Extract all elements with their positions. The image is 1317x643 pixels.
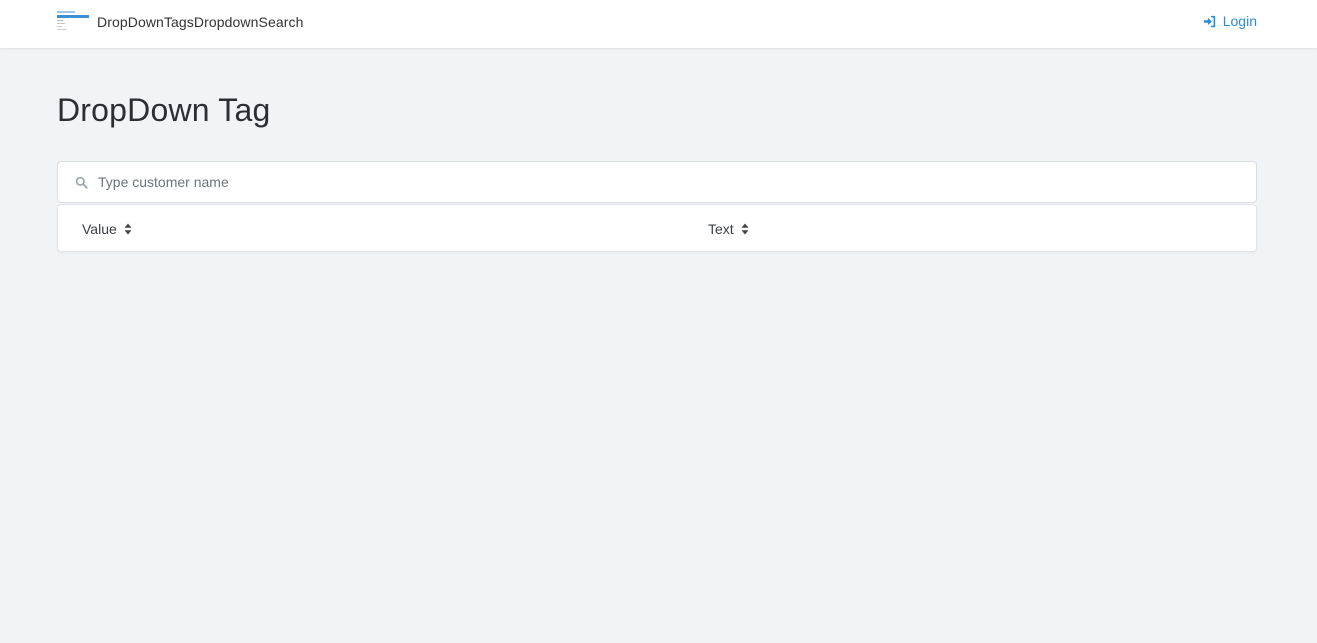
column-header-value-label: Value: [82, 220, 117, 237]
sort-icon: [124, 223, 132, 234]
brand-logo-icon: [57, 9, 89, 35]
page-title: DropDown Tag: [57, 92, 271, 128]
login-label: Login: [1222, 13, 1257, 29]
column-header-value[interactable]: Value: [82, 205, 132, 252]
results-table: Value Text: [57, 204, 1257, 252]
customer-search-input[interactable]: [98, 163, 1256, 201]
brand-title: DropDownTagsDropdownSearch: [97, 14, 304, 30]
sort-icon: [741, 223, 749, 234]
column-header-text-label: Text: [708, 220, 734, 237]
brand-link[interactable]: DropDownTagsDropdownSearch: [57, 8, 303, 36]
search-box: [57, 161, 1257, 203]
sign-in-icon: [1203, 15, 1215, 27]
column-header-text[interactable]: Text: [708, 205, 749, 252]
top-navbar: DropDownTagsDropdownSearch Login: [0, 0, 1317, 49]
login-link[interactable]: Login: [1203, 13, 1257, 29]
search-icon: [75, 176, 88, 189]
